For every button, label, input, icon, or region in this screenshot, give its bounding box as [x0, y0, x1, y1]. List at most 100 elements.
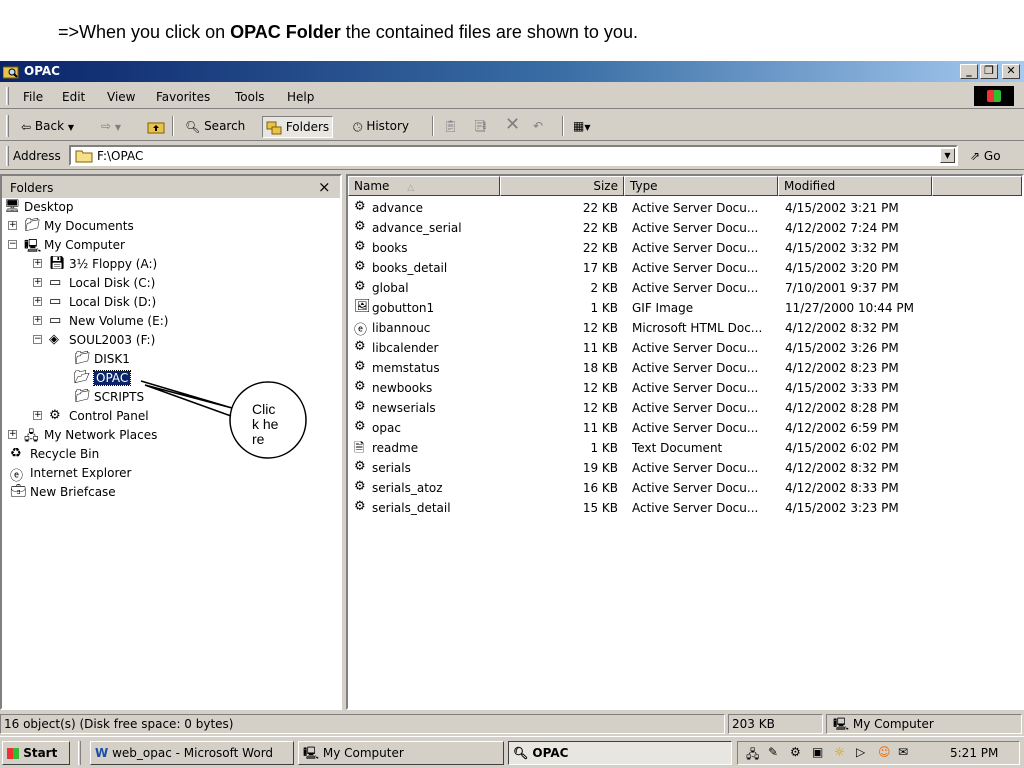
tree-item[interactable]: − 🖳︎ My Computer — [2, 236, 332, 254]
file-row[interactable]: ⚙ libcalender 11 KB Active Server Docu... 4/… — [348, 338, 1018, 358]
address-grip[interactable] — [6, 146, 9, 166]
tree-item[interactable]: 📁︎ SCRIPTS — [2, 388, 332, 406]
copy-to-icon: 📑︎ — [473, 119, 489, 133]
tree-item[interactable]: + 📁︎ My Documents — [2, 217, 332, 235]
file-row[interactable]: ⚙ books 22 KB Active Server Docu... 4/15/200… — [348, 238, 1018, 258]
file-row[interactable]: ⚙ serials_atoz 16 KB Active Server Docu... 4… — [348, 478, 1018, 498]
expand-icon[interactable]: + — [33, 278, 42, 287]
file-row[interactable]: ⚙ memstatus 18 KB Active Server Docu... 4/12… — [348, 358, 1018, 378]
expand-icon[interactable]: + — [33, 297, 42, 306]
cd-icon: ◈ — [49, 332, 59, 347]
tree-item[interactable]: 📂︎ OPAC — [2, 369, 332, 387]
file-row[interactable]: ⚙ serials_detail 15 KB Active Server Docu..… — [348, 498, 1018, 518]
tree-item[interactable]: 🖥︎ Desktop — [2, 198, 332, 216]
file-type: Text Document — [632, 441, 723, 455]
tree-item[interactable]: ♻ Recycle Bin — [2, 445, 332, 463]
tree-item[interactable]: + ▭ Local Disk (C:) — [2, 274, 332, 292]
folders-pane-close-icon[interactable]: × — [318, 178, 331, 196]
taskbar-grip[interactable] — [78, 741, 81, 765]
tools-tray-icon[interactable]: ⚙ — [790, 745, 801, 759]
tree-item[interactable]: + ▭ New Volume (E:) — [2, 312, 332, 330]
collapse-icon[interactable]: − — [8, 240, 17, 249]
move-to-button[interactable]: 📋︎ — [440, 116, 461, 138]
file-row[interactable]: ⚙ advance 22 KB Active Server Docu... 4/15/2… — [348, 198, 1018, 218]
address-input[interactable]: F:\OPAC ▼ — [69, 145, 958, 166]
file-row[interactable]: ⚙ global 2 KB Active Server Docu... 7/10/200… — [348, 278, 1018, 298]
history-button[interactable]: 🕓︎ History — [350, 116, 412, 138]
floppy-icon: 💾︎ — [49, 256, 66, 271]
file-size: 1 KB — [590, 441, 618, 455]
delete-button[interactable]: ✕ — [502, 116, 523, 138]
file-row[interactable]: ⚙ newserials 12 KB Active Server Docu... 4/1… — [348, 398, 1018, 418]
standard-toolbar: ⇦ Back ▼ ⇨ ▼ 🔍︎ Search Folders 🕓︎ Histor… — [0, 111, 1024, 141]
file-row[interactable]: ⚙ serials 19 KB Active Server Docu... 4/12/2… — [348, 458, 1018, 478]
restore-button[interactable]: ❐ — [980, 64, 998, 79]
mail-tray-icon[interactable]: ✉ — [898, 745, 908, 759]
column-header-modified[interactable]: Modified — [778, 176, 932, 196]
tree-item[interactable]: + 💾︎ 3½ Floppy (A:) — [2, 255, 332, 273]
network-tray-icon[interactable]: 🖧︎ — [746, 745, 759, 766]
tree-item[interactable]: 📁︎ DISK1 — [2, 350, 332, 368]
file-row[interactable]: ⓔ libannouc 12 KB Microsoft HTML Doc... 4/12… — [348, 318, 1018, 338]
expand-icon[interactable]: + — [8, 221, 17, 230]
expand-icon[interactable]: + — [33, 316, 42, 325]
folders-button[interactable]: Folders — [262, 116, 334, 138]
toolbar-grip[interactable] — [6, 115, 9, 137]
tree-item[interactable]: + 🖧︎ My Network Places — [2, 426, 332, 444]
menu-edit[interactable]: Edit — [62, 90, 85, 104]
expand-icon[interactable]: + — [33, 259, 42, 268]
expand-icon[interactable]: + — [33, 411, 42, 420]
title-bar[interactable]: OPAC _ ❐ ✕ — [0, 61, 1024, 82]
menu-view[interactable]: View — [107, 90, 135, 104]
calendar-tray-icon[interactable]: ▣ — [812, 745, 823, 759]
tree-item[interactable]: ⓔ Internet Explorer — [2, 464, 332, 484]
search-button[interactable]: 🔍︎ Search — [182, 116, 248, 138]
task-my-computer[interactable]: 🖳︎ My Computer — [298, 741, 504, 765]
tree-item[interactable]: − ◈ SOUL2003 (F:) — [2, 331, 332, 349]
menu-grip[interactable] — [6, 87, 9, 105]
task-word[interactable]: W web_opac - Microsoft Word — [90, 741, 294, 765]
file-row[interactable]: ⚙ newbooks 12 KB Active Server Docu... 4/15/… — [348, 378, 1018, 398]
caption-prefix: =>When you click on — [58, 22, 231, 42]
pencil-tray-icon[interactable]: ✎ — [768, 745, 778, 759]
tree-item[interactable]: 💼︎ New Briefcase — [2, 483, 332, 501]
copy-to-button[interactable]: 📑︎ — [470, 116, 491, 138]
sun-tray-icon[interactable]: ☼ — [834, 745, 845, 759]
messenger-tray-icon[interactable]: ☺ — [878, 745, 891, 759]
close-button[interactable]: ✕ — [1002, 64, 1020, 79]
menu-file[interactable]: File — [23, 90, 43, 104]
clock[interactable]: 5:21 PM — [950, 746, 998, 760]
file-row[interactable]: ⚙ opac 11 KB Active Server Docu... 4/12/2002… — [348, 418, 1018, 438]
collapse-icon[interactable]: − — [33, 335, 42, 344]
file-type: Active Server Docu... — [632, 381, 759, 395]
menu-favorites[interactable]: Favorites — [156, 90, 210, 104]
menu-tools[interactable]: Tools — [235, 90, 265, 104]
column-header-size[interactable]: Size — [500, 176, 624, 196]
file-name: newserials — [372, 401, 436, 415]
tree-item-label: New Volume (E:) — [69, 314, 169, 328]
media-tray-icon[interactable]: ▷ — [856, 745, 865, 759]
file-row[interactable]: 🖼︎ gobutton1 1 KB GIF Image 11/27/2000 10:44… — [348, 298, 1018, 318]
file-row[interactable]: ⚙ books_detail 17 KB Active Server Docu... 4… — [348, 258, 1018, 278]
forward-button[interactable]: ⇨ ▼ — [98, 116, 124, 138]
file-row[interactable]: ⚙ advance_serial 22 KB Active Server Docu..… — [348, 218, 1018, 238]
start-button[interactable]: Start — [2, 741, 70, 765]
task-opac[interactable]: 🔍︎ OPAC — [508, 741, 732, 765]
up-folder-button[interactable] — [144, 116, 168, 138]
column-header-type[interactable]: Type — [624, 176, 778, 196]
tree-item[interactable]: + ⚙ Control Panel — [2, 407, 332, 425]
address-dropdown-button[interactable]: ▼ — [940, 148, 955, 163]
views-button[interactable]: ▦▼ — [570, 116, 594, 138]
back-button[interactable]: ⇦ Back ▼ — [18, 116, 77, 138]
minimize-button[interactable]: _ — [960, 64, 978, 79]
expand-icon[interactable]: + — [8, 430, 17, 439]
menu-help[interactable]: Help — [287, 90, 314, 104]
undo-button[interactable]: ↶ — [530, 116, 546, 138]
go-button[interactable]: ⇗ Go — [970, 149, 1001, 163]
column-header-name[interactable]: Name △ — [348, 176, 500, 196]
tree-item[interactable]: + ▭ Local Disk (D:) — [2, 293, 332, 311]
folders-pane-header: Folders × — [2, 176, 340, 198]
file-name: advance_serial — [372, 221, 462, 235]
move-to-icon: 📋︎ — [443, 119, 459, 133]
file-row[interactable]: 🗎︎ readme 1 KB Text Document 4/15/2002 6:02 … — [348, 438, 1018, 458]
